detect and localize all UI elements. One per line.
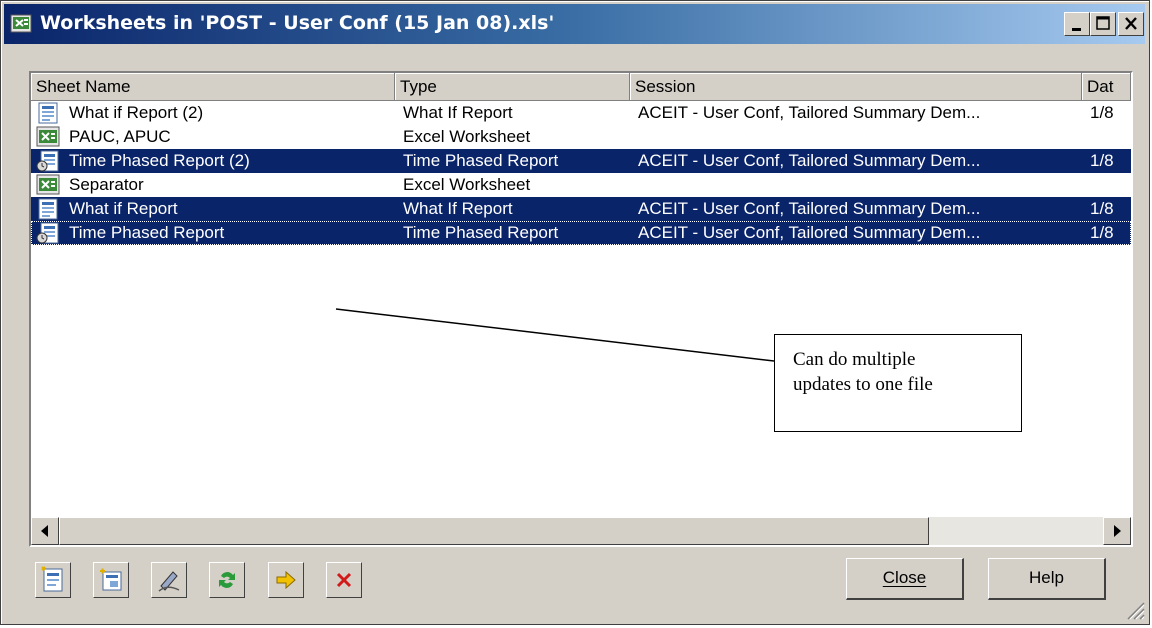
move-button[interactable]: [268, 562, 304, 598]
session-cell: ACEIT - User Conf, Tailored Summary Dem.…: [638, 223, 981, 242]
column-header-date[interactable]: Dat: [1082, 73, 1131, 101]
help-button-label: Help: [1029, 568, 1064, 587]
sheet-name-cell: Time Phased Report: [69, 223, 225, 242]
table-row[interactable]: Time Phased Report Time Phased Report AC…: [31, 221, 1131, 245]
resize-grip-icon[interactable]: [1123, 598, 1145, 620]
horizontal-scrollbar[interactable]: [31, 517, 1131, 545]
scroll-thumb[interactable]: [59, 517, 929, 545]
close-button[interactable]: Close: [846, 558, 964, 600]
minimize-button[interactable]: [1064, 12, 1090, 36]
list-header: Sheet Name Type Session Dat: [31, 73, 1131, 101]
date-cell: [1090, 125, 1130, 149]
type-cell: What If Report: [403, 199, 513, 218]
excel-worksheet-icon: [36, 126, 60, 147]
insert-report-button[interactable]: [93, 562, 129, 598]
type-cell: Time Phased Report: [403, 223, 559, 242]
refresh-button[interactable]: [209, 562, 245, 598]
session-cell: ACEIT - User Conf, Tailored Summary Dem.…: [638, 151, 981, 170]
table-row[interactable]: What if Report (2) What If Report ACEIT …: [31, 101, 1131, 125]
date-cell: 1/8: [1090, 151, 1114, 170]
title-bar[interactable]: Worksheets in 'POST - User Conf (15 Jan …: [4, 4, 1145, 44]
scroll-right-button[interactable]: [1103, 517, 1131, 545]
delete-icon: [336, 572, 352, 588]
type-cell: What If Report: [403, 103, 513, 122]
refresh-icon: [219, 572, 235, 588]
sheet-name-cell: PAUC, APUC: [69, 127, 171, 146]
new-sheet-icon: [41, 566, 63, 592]
sheet-name-cell: What if Report (2): [69, 103, 204, 122]
sheet-name-cell: Separator: [69, 175, 144, 194]
callout-line-1: Can do multiple: [793, 349, 916, 370]
close-icon: [1125, 17, 1137, 30]
table-row[interactable]: Time Phased Report (2) Time Phased Repor…: [31, 149, 1131, 173]
annotation-callout: Can do multiple updates to one file: [774, 334, 1022, 432]
edit-icon: [158, 571, 180, 592]
table-row[interactable]: Separator Excel Worksheet: [31, 173, 1131, 197]
type-cell: Excel Worksheet: [403, 175, 531, 194]
what-if-report-icon: [38, 198, 58, 220]
session-cell: [638, 125, 1078, 149]
column-header-session[interactable]: Session: [630, 73, 1082, 101]
sheet-name-cell: Time Phased Report (2): [69, 151, 250, 170]
maximize-icon: [1096, 16, 1110, 30]
arrow-left-icon: [41, 525, 48, 537]
time-phased-report-icon: [36, 222, 59, 244]
time-phased-report-icon: [36, 150, 59, 172]
date-cell: 1/8: [1090, 223, 1114, 242]
maximize-button[interactable]: [1090, 12, 1116, 36]
callout-line-2: updates to one file: [793, 374, 933, 395]
date-cell: [1090, 173, 1130, 197]
type-cell: Time Phased Report: [403, 151, 559, 170]
what-if-report-icon: [38, 102, 58, 124]
help-button[interactable]: Help: [988, 558, 1106, 600]
session-cell: ACEIT - User Conf, Tailored Summary Dem.…: [638, 199, 981, 218]
worksheets-dialog: Worksheets in 'POST - User Conf (15 Jan …: [0, 0, 1150, 625]
move-icon: [276, 570, 296, 590]
close-button-label: Close: [882, 568, 927, 587]
worksheet-list[interactable]: Sheet Name Type Session Dat What if Repo…: [29, 71, 1133, 547]
delete-button[interactable]: [326, 562, 362, 598]
edit-button[interactable]: [151, 562, 187, 598]
excel-worksheet-icon: [36, 174, 60, 195]
table-row[interactable]: PAUC, APUC Excel Worksheet: [31, 125, 1131, 149]
arrow-right-icon: [1114, 525, 1121, 537]
type-cell: Excel Worksheet: [403, 127, 531, 146]
date-cell: 1/8: [1090, 199, 1114, 218]
window-title: Worksheets in 'POST - User Conf (15 Jan …: [40, 12, 555, 34]
scroll-left-button[interactable]: [31, 517, 59, 545]
table-row[interactable]: What if Report What If Report ACEIT - Us…: [31, 197, 1131, 221]
insert-report-icon: [100, 568, 122, 591]
date-cell: 1/8: [1090, 103, 1114, 122]
sheet-name-cell: What if Report: [69, 199, 178, 218]
new-sheet-button[interactable]: [35, 562, 71, 598]
session-cell: [638, 173, 1078, 197]
close-window-button[interactable]: [1118, 12, 1144, 36]
column-header-type[interactable]: Type: [395, 73, 630, 101]
column-header-sheet-name[interactable]: Sheet Name: [31, 73, 395, 101]
worksheet-app-icon: [10, 14, 32, 33]
minimize-icon: [1072, 28, 1081, 31]
session-cell: ACEIT - User Conf, Tailored Summary Dem.…: [638, 103, 981, 122]
